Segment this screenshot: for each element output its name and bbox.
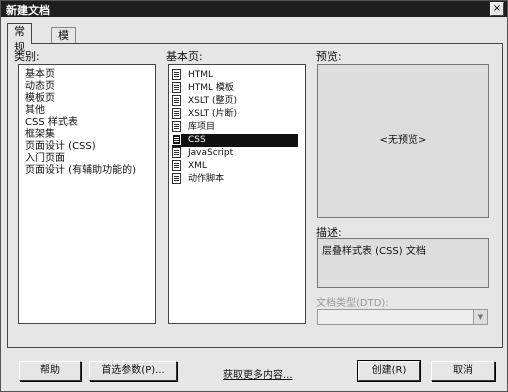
document-icon: [172, 134, 181, 145]
category-item[interactable]: 其他: [25, 105, 45, 117]
general-tab-panel: 类别: 基本页 动态页 模板页 其他 CSS 样式表 框架集 页面设计 (CSS…: [7, 43, 503, 348]
page-item-label: XSLT (片断): [188, 109, 238, 119]
category-item[interactable]: 页面设计 (有辅助功能的): [25, 165, 136, 177]
document-icon: [172, 95, 181, 106]
page-item-xslt-fragment[interactable]: XSLT (片断): [172, 108, 298, 121]
tab-templates[interactable]: 模板: [51, 27, 76, 58]
preview-placeholder: <无预览>: [379, 135, 427, 146]
document-icon: [172, 147, 181, 158]
document-icon: [172, 160, 181, 171]
description-text: 层叠样式表 (CSS) 文档: [322, 246, 426, 257]
page-item-label: XML: [188, 161, 207, 171]
category-item[interactable]: 基本页: [25, 69, 55, 81]
page-item-actionscript[interactable]: 动作脚本: [172, 173, 298, 186]
get-more-content-link[interactable]: 获取更多内容...: [223, 366, 293, 381]
category-item[interactable]: 页面设计 (CSS): [25, 141, 96, 153]
page-item-label: 动作脚本: [188, 174, 225, 184]
page-item-label: CSS: [188, 135, 206, 145]
basic-page-label: 基本页:: [166, 50, 203, 63]
category-item[interactable]: 入门页面: [25, 153, 65, 165]
document-icon: [172, 82, 181, 93]
doctype-select[interactable]: ▼: [317, 309, 488, 325]
document-icon: [172, 108, 181, 119]
page-item-html[interactable]: HTML: [172, 69, 298, 82]
chevron-down-icon[interactable]: ▼: [473, 310, 487, 324]
category-item[interactable]: 模板页: [25, 93, 55, 105]
page-item-label: 库项目: [188, 122, 216, 132]
category-item[interactable]: CSS 样式表: [25, 117, 78, 129]
tab-general-label: 常规: [14, 25, 25, 54]
doctype-label: 文档类型(DTD):: [316, 298, 389, 309]
page-item-html-template[interactable]: HTML 模板: [172, 82, 298, 95]
window-title: 新建文档: [6, 4, 50, 17]
document-icon: [172, 69, 181, 80]
page-item-label: XSLT (整页): [188, 96, 238, 106]
preview-pane: <无预览>: [317, 64, 489, 218]
page-item-label: HTML 模板: [188, 83, 234, 93]
page-item-library[interactable]: 库项目: [172, 121, 298, 134]
title-bar: 新建文档 ×: [1, 1, 507, 17]
basic-page-list[interactable]: HTML HTML 模板 XSLT (整页) XSLT (片断) 库项目 CSS…: [168, 64, 306, 324]
cancel-button[interactable]: 取消: [431, 361, 495, 381]
create-button[interactable]: 创建(R): [357, 360, 421, 382]
document-icon: [172, 173, 181, 184]
page-item-label: JavaScript: [188, 148, 234, 158]
tab-general[interactable]: 常规: [7, 23, 32, 54]
category-list[interactable]: 基本页 动态页 模板页 其他 CSS 样式表 框架集 页面设计 (CSS) 入门…: [18, 64, 156, 324]
document-icon: [172, 121, 181, 132]
preferences-button[interactable]: 首选参数(P)...: [89, 361, 177, 381]
page-item-css[interactable]: CSS: [172, 134, 298, 147]
page-item-xml[interactable]: XML: [172, 160, 298, 173]
new-document-dialog: 新建文档 × 常规 模板 类别: 基本页 动态页 模板页 其他 CSS 样式表 …: [0, 0, 508, 392]
page-item-label: HTML: [188, 70, 214, 80]
page-item-javascript[interactable]: JavaScript: [172, 147, 298, 160]
category-item[interactable]: 框架集: [25, 129, 55, 141]
page-item-xslt-full[interactable]: XSLT (整页): [172, 95, 298, 108]
category-item[interactable]: 动态页: [25, 81, 55, 93]
help-button[interactable]: 帮助: [19, 361, 81, 381]
preview-label: 预览:: [316, 50, 342, 63]
close-icon[interactable]: ×: [490, 2, 504, 16]
description-box: 层叠样式表 (CSS) 文档: [317, 238, 489, 288]
